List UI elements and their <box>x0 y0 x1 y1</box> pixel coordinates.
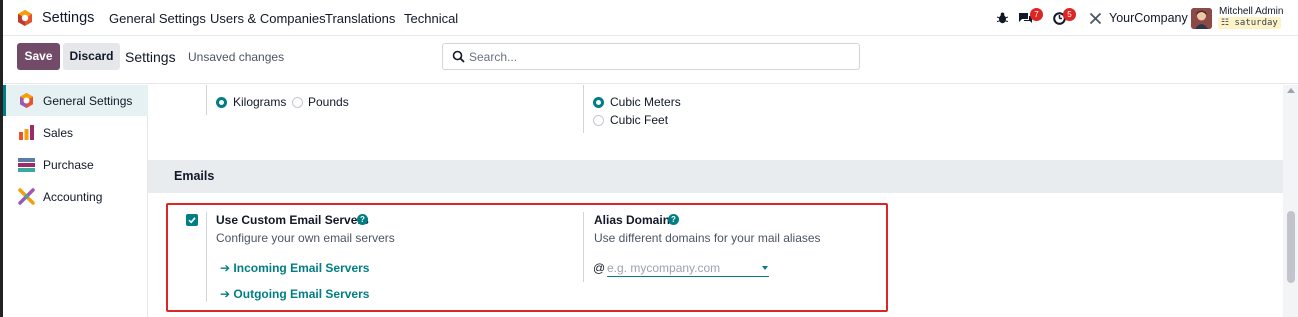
menu-general-settings[interactable]: General Settings <box>109 11 206 26</box>
database-name: ☷ saturday <box>1218 17 1281 29</box>
search-box[interactable] <box>442 43 860 70</box>
radio-pounds[interactable] <box>292 97 303 108</box>
arrow-right-icon: ➔ <box>220 287 231 301</box>
messages-count-badge: 7 <box>1030 8 1043 21</box>
outgoing-email-servers-label: Outgoing Email Servers <box>233 287 370 301</box>
sidebar-item-purchase[interactable]: Purchase <box>3 149 148 180</box>
custom-email-servers-title: Use Custom Email Servers <box>216 213 369 227</box>
activities-count-badge: 5 <box>1063 8 1076 21</box>
incoming-email-servers-label: Incoming Email Servers <box>233 261 370 275</box>
arrow-right-icon: ➔ <box>220 261 231 275</box>
radio-kilograms[interactable] <box>216 97 227 108</box>
sidebar-item-label: General Settings <box>43 93 133 108</box>
settings-app-icon <box>20 93 33 108</box>
custom-email-servers-description: Configure your own email servers <box>216 231 395 245</box>
setting-divider <box>583 85 584 133</box>
setting-divider <box>206 212 207 302</box>
help-question-icon[interactable]: ? <box>668 214 679 225</box>
settings-content: Kilograms Pounds Cubic Meters Cubic Feet… <box>148 85 1283 317</box>
sidebar-item-label: Accounting <box>43 189 103 204</box>
alias-domain-description: Use different domains for your mail alia… <box>594 231 821 245</box>
alias-domain-input[interactable] <box>607 259 769 277</box>
radio-label-cubic-meters[interactable]: Cubic Meters <box>610 95 681 109</box>
app-title[interactable]: Settings <box>42 10 94 26</box>
sidebar-item-label: Sales <box>43 125 74 140</box>
setting-divider <box>206 85 207 115</box>
company-switcher[interactable]: YourCompany <box>1109 11 1188 25</box>
scrollbar-thumb[interactable] <box>1287 211 1295 283</box>
save-button[interactable]: Save <box>17 43 60 70</box>
sidebar-item-accounting[interactable]: Accounting <box>3 181 148 212</box>
help-question-icon[interactable]: ? <box>357 214 368 225</box>
settings-sidebar: General Settings Sales Purchase Accounti… <box>3 85 148 317</box>
menu-technical[interactable]: Technical <box>404 11 458 26</box>
setting-divider <box>583 212 584 282</box>
custom-email-servers-checkbox[interactable] <box>186 214 198 226</box>
control-panel: Save Discard Settings Unsaved changes <box>3 36 1298 84</box>
checkmark-icon <box>188 217 196 224</box>
sales-app-icon <box>19 125 34 140</box>
section-header-bar <box>148 160 1283 193</box>
radio-label-kilograms[interactable]: Kilograms <box>233 95 286 109</box>
purchase-app-icon <box>18 158 35 172</box>
odoo-settings-logo-icon[interactable] <box>16 9 34 27</box>
alias-domain-title: Alias Domain <box>594 213 671 227</box>
top-navbar: Settings General Settings Users & Compan… <box>3 0 1298 36</box>
accounting-app-icon <box>18 188 35 205</box>
incoming-email-servers-link[interactable]: ➔ Incoming Email Servers <box>220 261 369 275</box>
user-name[interactable]: Mitchell Admin <box>1219 6 1283 17</box>
radio-cubic-meters[interactable] <box>593 97 604 108</box>
alias-domain-at-sign: @ <box>593 261 606 275</box>
page-title: Settings <box>125 49 176 65</box>
sidebar-item-label: Purchase <box>43 157 94 172</box>
scroll-up-arrow-icon[interactable] <box>1287 88 1295 93</box>
menu-translations[interactable]: Translations <box>325 11 395 26</box>
tools-company-icon[interactable] <box>1089 12 1102 25</box>
sidebar-item-sales[interactable]: Sales <box>3 117 148 148</box>
radio-label-cubic-feet[interactable]: Cubic Feet <box>610 113 668 127</box>
sidebar-item-general-settings[interactable]: General Settings <box>3 85 148 116</box>
outgoing-email-servers-link[interactable]: ➔ Outgoing Email Servers <box>220 287 369 301</box>
radio-cubic-feet[interactable] <box>593 115 604 126</box>
menu-users-companies[interactable]: Users & Companies <box>210 11 326 26</box>
discard-button[interactable]: Discard <box>63 43 120 70</box>
search-icon <box>452 50 465 63</box>
search-input[interactable] <box>469 49 849 65</box>
user-avatar[interactable] <box>1191 8 1212 29</box>
database-icon: ☷ <box>1221 18 1230 28</box>
debug-bug-icon[interactable] <box>997 12 1008 24</box>
section-title-emails: Emails <box>174 169 215 183</box>
chevron-down-icon[interactable] <box>762 266 768 270</box>
radio-label-pounds[interactable]: Pounds <box>308 95 349 109</box>
database-label: saturday <box>1234 18 1278 28</box>
unsaved-status: Unsaved changes <box>188 50 285 64</box>
